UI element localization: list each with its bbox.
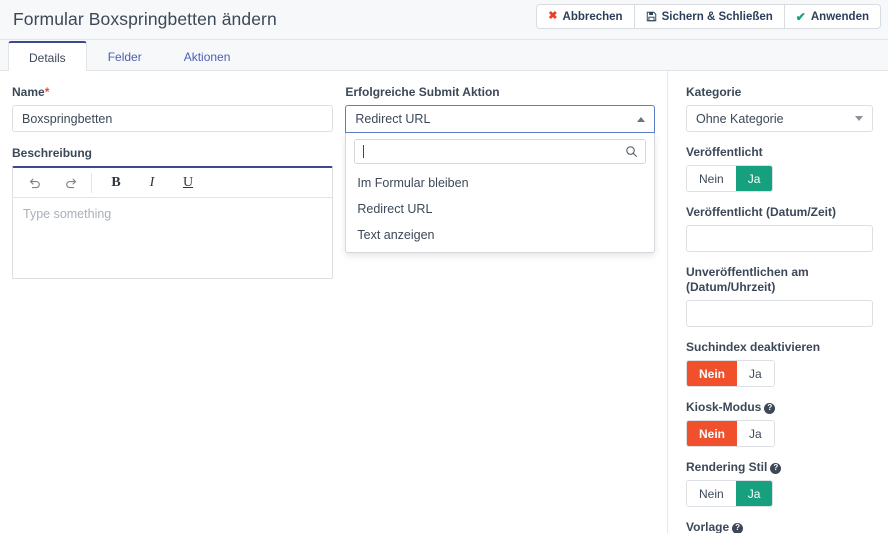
submit-action-select-wrapper: Redirect URL Im Formular bleiben Redirec… — [345, 105, 655, 253]
kiosk-label-text: Kiosk-Modus — [686, 400, 762, 414]
suchindex-option-nein[interactable]: Nein — [687, 361, 738, 386]
kategorie-label: Kategorie — [686, 85, 742, 99]
description-rich-text-editor: B I U Type something — [12, 166, 334, 279]
submit-action-dropdown: Im Formular bleiben Redirect URL Text an… — [345, 133, 655, 253]
submit-action-column: Erfolgreiche Submit Aktion Redirect URL — [345, 85, 655, 279]
checkmark-icon: ✔ — [795, 9, 806, 24]
rendering-option-nein[interactable]: Nein — [687, 481, 736, 506]
header-action-group: ✖ Abbrechen Sichern & Schließen ✔ Anwend… — [537, 5, 880, 28]
tab-bar: Details Felder Aktionen — [0, 40, 888, 71]
kategorie-select[interactable]: Ohne Kategorie — [686, 105, 873, 132]
name-input[interactable] — [12, 105, 334, 132]
floppy-save-icon — [646, 11, 657, 22]
unveroeffentlichen-label: Unveröffentlichen am (Datum/Uhrzeit) — [686, 265, 809, 294]
dropdown-option-text-anzeigen[interactable]: Text anzeigen — [346, 222, 654, 248]
veroeffentlicht-toggle: Nein Ja — [686, 165, 774, 192]
chevron-up-icon — [637, 116, 645, 122]
settings-sidebar: Kategorie Ohne Kategorie Veröffentlicht … — [669, 71, 888, 533]
kiosk-option-nein[interactable]: Nein — [687, 421, 738, 446]
main-content-column: Name* Beschreibung — [0, 71, 668, 533]
left-fields-column: Name* Beschreibung — [12, 85, 334, 279]
rendering-toggle: Nein Ja — [686, 480, 774, 507]
veroeffentlicht-option-nein[interactable]: Nein — [687, 166, 736, 191]
italic-icon[interactable]: I — [134, 170, 170, 196]
rendering-group: Rendering Stil? Nein Ja — [686, 460, 873, 507]
description-editor-area[interactable]: Type something — [13, 198, 332, 278]
kategorie-value: Ohne Kategorie — [696, 111, 784, 126]
suchindex-label: Suchindex deaktivieren — [686, 340, 821, 354]
help-icon[interactable]: ? — [732, 522, 744, 533]
kategorie-group: Kategorie Ohne Kategorie — [686, 85, 873, 132]
rendering-option-ja[interactable]: Ja — [735, 481, 773, 506]
editor-toolbar: B I U — [13, 168, 333, 198]
vorlage-group: Vorlage? Auswählen — [686, 520, 873, 533]
redo-icon[interactable] — [53, 170, 89, 196]
submit-action-select[interactable]: Redirect URL — [345, 105, 655, 133]
kiosk-label: Kiosk-Modus? — [686, 400, 873, 415]
cancel-button-label: Abbrechen — [562, 10, 623, 23]
tab-details[interactable]: Details — [8, 41, 87, 71]
veroeffentlicht-group: Veröffentlicht Nein Ja — [686, 145, 873, 192]
help-icon[interactable]: ? — [764, 402, 776, 414]
tab-aktionen-label: Aktionen — [183, 50, 231, 64]
underline-icon[interactable]: U — [170, 170, 206, 196]
unveroeffentlichen-input[interactable] — [686, 300, 873, 327]
vorlage-label-text: Vorlage — [686, 520, 730, 533]
description-field-label: Beschreibung — [12, 146, 93, 160]
page-header: Formular Boxspringbetten ändern ✖ Abbrec… — [0, 0, 888, 40]
search-icon — [625, 145, 638, 158]
name-label-text: Name — [12, 85, 45, 99]
kiosk-option-ja[interactable]: Ja — [737, 421, 774, 446]
undo-icon[interactable] — [17, 170, 53, 196]
apply-button[interactable]: ✔ Anwenden — [784, 5, 880, 28]
page-body: Name* Beschreibung — [0, 71, 888, 533]
tab-felder-label: Felder — [107, 50, 142, 64]
suchindex-group: Suchindex deaktivieren Nein Ja — [686, 340, 873, 387]
vorlage-label: Vorlage? — [686, 520, 873, 533]
unveroeffentlichen-group: Unveröffentlichen am (Datum/Uhrzeit) — [686, 265, 873, 327]
dropdown-search-value — [363, 145, 365, 158]
dropdown-option-im-formular-bleiben[interactable]: Im Formular bleiben — [346, 170, 654, 196]
cancel-button[interactable]: ✖ Abbrechen — [537, 5, 635, 28]
tab-details-label: Details — [29, 51, 66, 65]
page-title: Formular Boxspringbetten ändern — [13, 9, 277, 29]
suchindex-option-ja[interactable]: Ja — [737, 361, 774, 386]
submit-action-label: Erfolgreiche Submit Aktion — [345, 85, 500, 99]
dropdown-search-field[interactable] — [354, 139, 646, 164]
veroeffentlicht-datum-label: Veröffentlicht (Datum/Zeit) — [686, 205, 837, 219]
toolbar-divider — [91, 172, 92, 193]
veroeffentlicht-datum-group: Veröffentlicht (Datum/Zeit) — [686, 205, 873, 252]
chevron-down-icon — [855, 116, 863, 121]
veroeffentlicht-datum-input[interactable] — [686, 225, 873, 252]
save-and-close-button[interactable]: Sichern & Schließen — [634, 5, 785, 28]
submit-action-selected-value: Redirect URL — [355, 112, 431, 126]
form-edit-page: Formular Boxspringbetten ändern ✖ Abbrec… — [0, 0, 888, 534]
close-x-icon: ✖ — [548, 10, 558, 22]
help-icon[interactable]: ? — [770, 462, 782, 474]
bold-icon[interactable]: B — [98, 170, 134, 196]
rendering-label: Rendering Stil? — [686, 460, 873, 475]
save-and-close-button-label: Sichern & Schließen — [661, 10, 773, 23]
dropdown-search-row — [346, 139, 654, 170]
dropdown-option-redirect-url[interactable]: Redirect URL — [346, 196, 654, 222]
veroeffentlicht-option-ja[interactable]: Ja — [735, 166, 773, 191]
required-asterisk: * — [44, 85, 50, 99]
apply-button-label: Anwenden — [810, 10, 869, 23]
rendering-label-text: Rendering Stil — [686, 460, 768, 474]
name-field-label: Name* — [12, 85, 333, 100]
kiosk-toggle: Nein Ja — [686, 420, 775, 447]
veroeffentlicht-label: Veröffentlicht — [686, 145, 763, 159]
kiosk-group: Kiosk-Modus? Nein Ja — [686, 400, 873, 447]
text-cursor — [363, 145, 365, 158]
tab-aktionen[interactable]: Aktionen — [163, 41, 252, 71]
tab-felder[interactable]: Felder — [87, 41, 163, 71]
suchindex-toggle: Nein Ja — [686, 360, 775, 387]
